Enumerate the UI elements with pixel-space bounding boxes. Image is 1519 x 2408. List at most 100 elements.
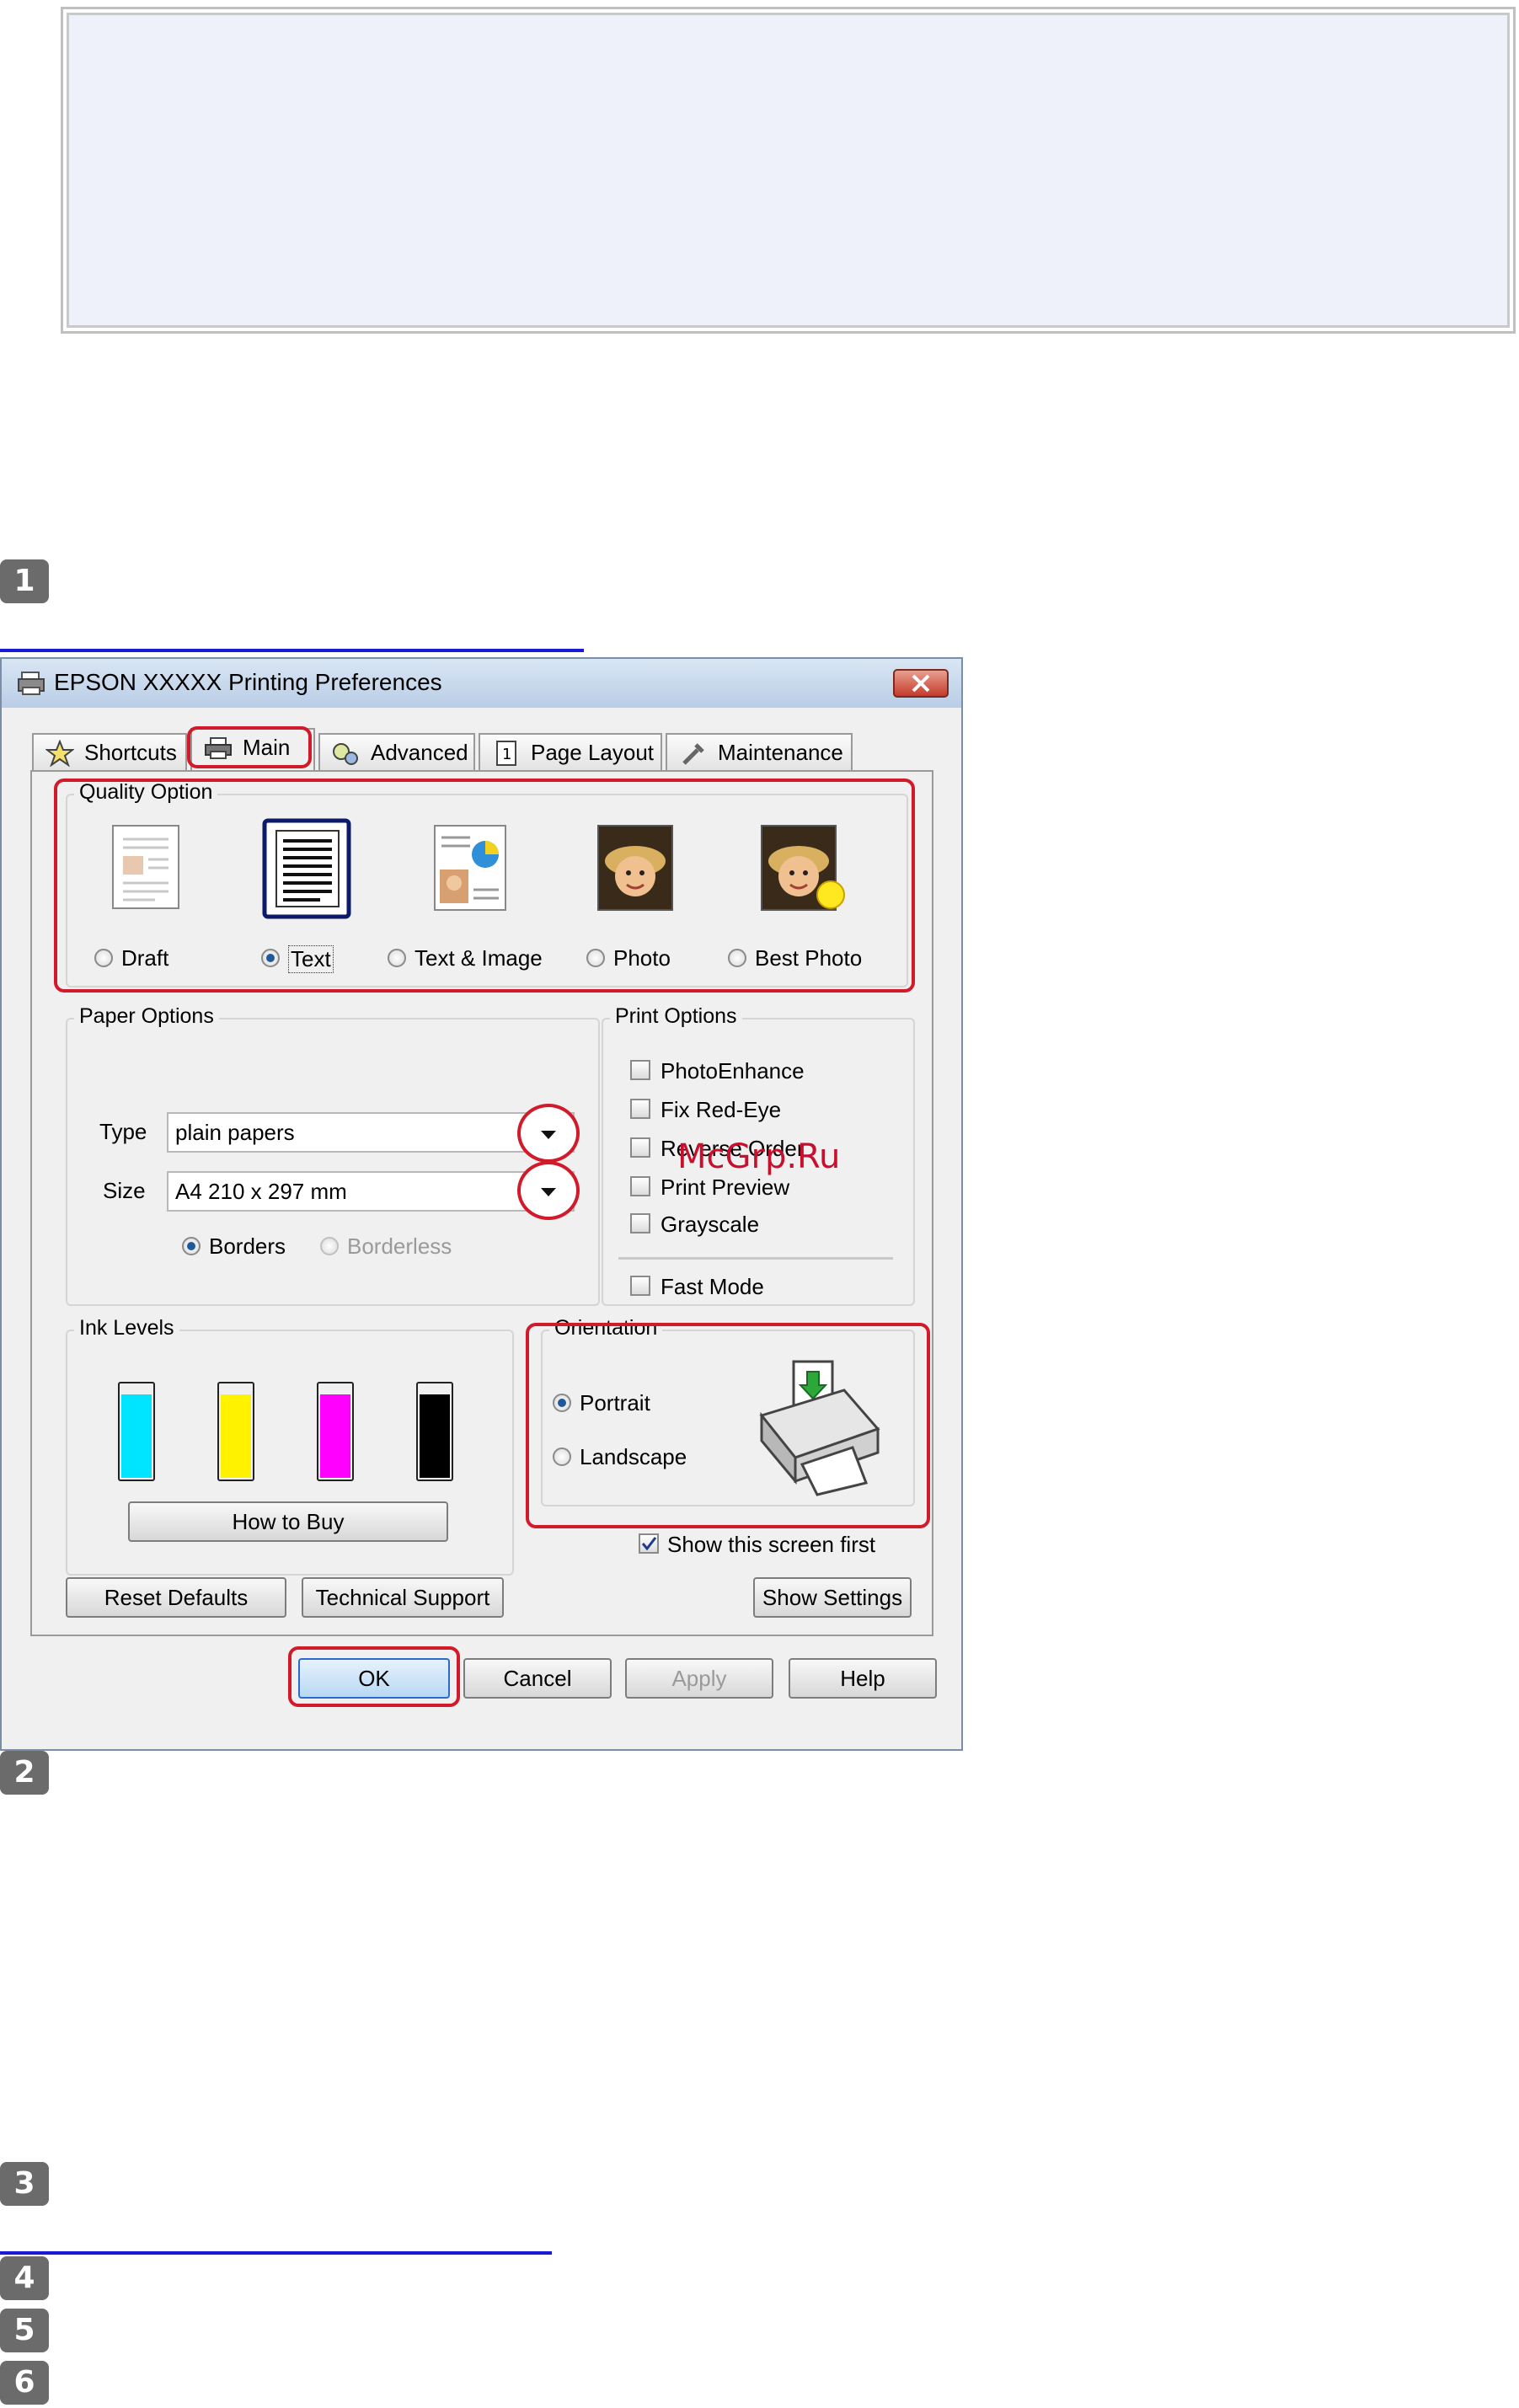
radio-photo[interactable]: Photo [586,945,687,974]
radio-draft[interactable]: Draft [94,945,195,974]
checkbox-label: PhotoEnhance [661,1058,805,1084]
radio-button[interactable] [182,1237,201,1255]
radio-best-photo[interactable]: Best Photo [728,945,880,974]
checkbox-print-preview[interactable]: Print Preview [630,1175,883,1203]
radio-button[interactable] [94,949,113,967]
size-label: Size [103,1178,146,1203]
checkbox[interactable] [630,1137,650,1158]
watermark: McGrp.Ru [677,1137,841,1176]
ink-fill [121,1394,152,1478]
wrench-icon [682,743,704,765]
checkbox[interactable] [630,1176,650,1196]
ink-fill [221,1394,251,1478]
tab-page-layout[interactable]: 1 Page Layout [479,733,662,770]
printing-preferences-dialog: EPSON XXXXX Printing Preferences Shortcu… [0,657,963,1751]
checkbox-label: Fix Red-Eye [661,1097,782,1122]
size-select[interactable]: A4 210 x 297 mm [167,1171,575,1212]
radio-borders[interactable]: Borders [182,1233,317,1262]
size-value: A4 210 x 297 mm [175,1179,347,1204]
gears-icon [333,743,358,765]
checkbox-grayscale[interactable]: Grayscale [630,1212,883,1240]
type-value: plain papers [175,1120,295,1145]
chevron-down-icon [541,1131,556,1139]
ink-yellow-cartridge [217,1382,254,1481]
radio-label: Draft [121,945,169,971]
checkbox[interactable] [630,1213,650,1233]
tab-label: Maintenance [718,740,843,765]
checkbox[interactable] [630,1276,650,1296]
checkbox[interactable] [630,1060,650,1080]
svg-text:1: 1 [502,746,511,763]
tab-maintenance[interactable]: Maintenance [666,733,853,770]
radio-button[interactable] [388,949,406,967]
step-badge-5: 5 [0,2309,49,2352]
text-image-document-icon [434,825,506,911]
tab-shortcuts[interactable]: Shortcuts [32,733,187,770]
radio-button[interactable] [728,949,746,967]
radio-label: Landscape [580,1444,687,1469]
ink-black-cartridge [416,1382,453,1481]
ink-cyan-cartridge [118,1382,155,1481]
photo-icon [597,825,673,911]
note-box [61,7,1516,334]
radio-borderless[interactable]: Borderless [320,1233,489,1262]
cancel-button[interactable]: Cancel [463,1658,612,1699]
help-button[interactable]: Help [789,1658,937,1699]
radio-label: Borders [209,1233,286,1259]
radio-label: Best Photo [755,945,863,971]
radio-text-image[interactable]: Text & Image [388,945,556,974]
radio-text[interactable]: Text [261,945,345,974]
show-settings-button[interactable]: Show Settings [753,1577,912,1618]
radio-portrait[interactable]: Portrait [553,1390,704,1419]
paper-options-label: Paper Options [74,1004,219,1029]
checkbox-label: Show this screen first [667,1532,876,1557]
print-options-label: Print Options [610,1004,742,1029]
highlight-ok [288,1646,460,1707]
tab-advanced[interactable]: Advanced [318,733,475,770]
step-badge-6: 6 [0,2361,49,2405]
text-document-icon [262,818,351,919]
radio-button[interactable] [261,949,280,967]
link-rule-1 [0,649,584,652]
size-dropdown-button[interactable] [517,1161,580,1220]
radio-button[interactable] [320,1237,339,1255]
apply-button[interactable]: Apply [625,1658,773,1699]
star-icon [45,740,74,767]
tab-label: Page Layout [531,740,655,765]
checkbox-photoenhance[interactable]: PhotoEnhance [630,1058,883,1087]
check-icon [641,1537,657,1551]
technical-support-button[interactable]: Technical Support [302,1577,504,1618]
type-select[interactable]: plain papers [167,1112,575,1153]
checkbox[interactable] [630,1099,650,1119]
checkbox[interactable] [639,1533,659,1554]
best-photo-icon [761,825,845,911]
checkbox-fast-mode[interactable]: Fast Mode [630,1274,883,1303]
checkbox-label: Fast Mode [661,1274,764,1299]
radio-label: Photo [613,945,671,971]
highlight-main-tab [187,726,312,768]
link-rule-2 [0,2251,552,2255]
step-badge-2: 2 [0,1751,49,1795]
step-badge-4: 4 [0,2256,49,2300]
checkbox-fix-red-eye[interactable]: Fix Red-Eye [630,1097,883,1126]
checkbox-label: Grayscale [661,1212,760,1237]
how-to-buy-button[interactable]: How to Buy [128,1501,448,1542]
radio-button[interactable] [553,1394,571,1412]
checkbox-label: Print Preview [661,1175,790,1200]
ink-fill [420,1394,450,1478]
type-label: Type [99,1119,147,1144]
checkbox-show-first[interactable]: Show this screen first [639,1532,925,1560]
radio-button[interactable] [586,949,605,967]
chevron-down-icon [541,1188,556,1196]
step-badge-1: 1 [0,559,49,603]
tab-label: Shortcuts [84,740,177,765]
divider [618,1257,893,1260]
radio-landscape[interactable]: Landscape [553,1444,721,1473]
radio-label: Text & Image [415,945,543,971]
page-layout-icon: 1 [496,741,516,766]
close-button[interactable] [893,669,949,698]
type-dropdown-button[interactable] [517,1104,580,1163]
title-bar[interactable]: EPSON XXXXX Printing Preferences [2,659,961,708]
reset-defaults-button[interactable]: Reset Defaults [66,1577,286,1618]
radio-button[interactable] [553,1447,571,1466]
